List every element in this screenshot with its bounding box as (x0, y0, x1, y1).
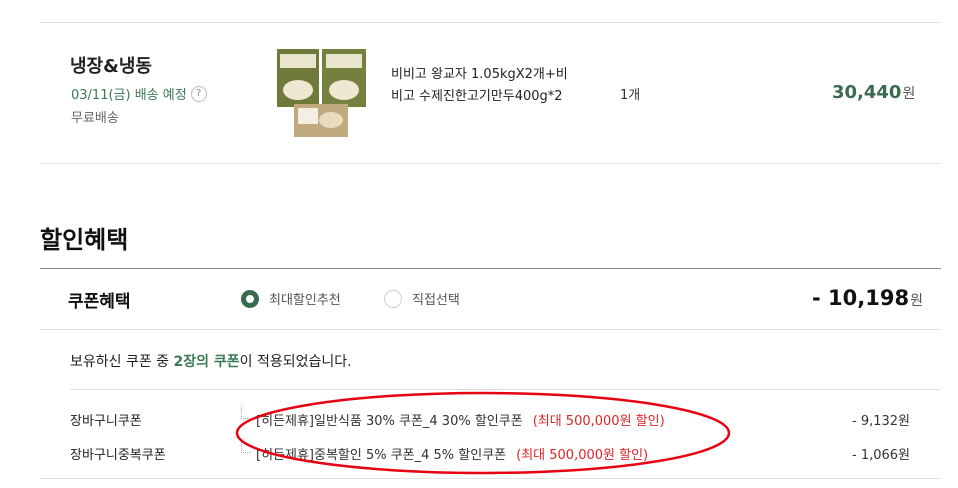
coupon-type: 장바구니중복쿠폰 (70, 448, 166, 463)
top-divider (40, 22, 941, 23)
shipping-info: 무료배송 (71, 111, 119, 126)
product-thumbnail[interactable] (276, 48, 368, 138)
coupon-amount: - 1,066원 (852, 448, 910, 463)
notice-suffix: 이 적용되었습니다. (239, 354, 352, 370)
coupon-divider (40, 329, 941, 330)
total-discount-value: - 10,198 (812, 286, 910, 310)
section-divider (40, 268, 941, 269)
radio-selected-icon[interactable] (241, 289, 259, 308)
discount-section-title: 할인혜택 (40, 226, 129, 254)
coupon-notice: 보유하신 쿠폰 중 2장의 쿠폰이 적용되었습니다. (70, 351, 352, 371)
delivery-date: 03/11(금) 배송 예정 ? (71, 84, 207, 103)
category-title: 냉장&냉동 (70, 56, 152, 77)
annotation-oval (235, 391, 731, 475)
notice-highlight: 2장의 쿠폰 (173, 354, 240, 370)
radio-unselected-icon[interactable] (384, 289, 402, 308)
total-discount-currency: 원 (910, 293, 923, 309)
notice-prefix: 보유하신 쿠폰 중 (70, 354, 174, 370)
radio-max-discount[interactable]: 최대할인추천 (241, 289, 341, 308)
delivery-date-text: 03/11(금) 배송 예정 (71, 88, 187, 103)
radio-manual-select-label: 직접선택 (412, 293, 460, 308)
total-discount: - 10,198원 (812, 286, 923, 310)
item-price: 30,440원 (832, 82, 915, 103)
coupon-type: 장바구니쿠폰 (70, 414, 142, 429)
radio-max-discount-label: 최대할인추천 (269, 293, 341, 308)
product-name[interactable]: 비비고 왕교자 1.05kgX2개+비비고 수제진한고기만두400g*2 (391, 64, 571, 108)
item-price-currency: 원 (902, 86, 916, 102)
item-price-value: 30,440 (832, 82, 902, 103)
quantity: 1개 (620, 88, 641, 103)
help-icon[interactable]: ? (190, 85, 207, 102)
coupon-benefit-label: 쿠폰혜택 (68, 292, 131, 312)
radio-manual-select[interactable]: 직접선택 (384, 289, 460, 308)
coupon-amount: - 9,132원 (852, 414, 910, 429)
item-divider (40, 163, 941, 164)
